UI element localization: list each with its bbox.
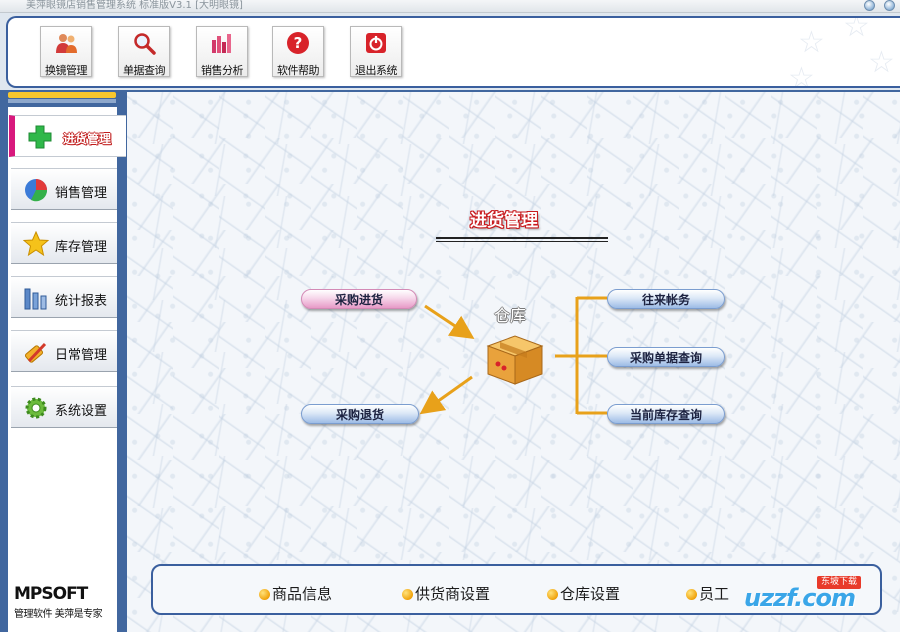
purchase-in-button[interactable]: 采购进货 (301, 289, 417, 309)
star-decoration-icon: ☆ (868, 45, 895, 80)
bullet-icon (259, 589, 270, 600)
software-help-button[interactable]: ? 软件帮助 (272, 26, 324, 77)
help-icon: ? (287, 32, 309, 54)
toolbar-button-label: 软件帮助 (277, 64, 320, 77)
sales-analysis-button[interactable]: 销售分析 (196, 26, 248, 77)
title-divider (436, 237, 608, 239)
title-bar: 美萍眼镜店销售管理系统 标准版V3.1 [大明眼镜] (0, 0, 900, 13)
svg-text:?: ? (294, 34, 303, 52)
sidebar-item-label: 库存管理 (55, 240, 108, 255)
quicklink-label: 商品信息 (272, 585, 333, 603)
sidebar-item-sales[interactable]: 销售管理 (11, 168, 117, 210)
sidebar-item-label: 系统设置 (55, 404, 108, 419)
star-decoration-icon: ☆ (843, 16, 870, 44)
star-decoration-icon: ☆ (788, 61, 815, 88)
main-panel: 进货管理 采购进货 采购退货 往来帐务 采购单据查询 当前库存查询 仓库 商品信… (127, 90, 900, 632)
sidebar-item-label: 日常管理 (55, 348, 108, 363)
user-group-icon (56, 34, 77, 53)
site-watermark: 东坡下载 uzzf.com (724, 566, 894, 614)
quicklink-warehouse-settings[interactable]: 仓库设置 (547, 583, 620, 604)
quicklink-label: 仓库设置 (560, 585, 621, 603)
sidebar-item-label: 统计报表 (55, 294, 108, 309)
magnifier-icon (134, 33, 156, 55)
purchase-docs-query-button[interactable]: 采购单据查询 (607, 347, 725, 367)
brand-block: MPSOFT 管理软件 美萍是专家 (14, 584, 114, 620)
brand-logo: MPSOFT (14, 584, 88, 604)
warehouse-label: 仓库 (494, 306, 527, 325)
quicklink-product-info[interactable]: 商品信息 (259, 583, 332, 604)
bullet-icon (402, 589, 413, 600)
sidebar-item-inventory[interactable]: 库存管理 (11, 222, 117, 264)
close-icon[interactable] (884, 0, 895, 11)
sidebar-item-daily[interactable]: 日常管理 (11, 330, 117, 372)
quicklink-supplier-settings[interactable]: 供货商设置 (402, 583, 490, 604)
quicklink-staff[interactable]: 员工 (686, 583, 729, 604)
sidebar-accent-strip (8, 99, 116, 103)
window-title: 美萍眼镜店销售管理系统 标准版V3.1 [大明眼镜] (26, 0, 243, 11)
sidebar-item-label: 销售管理 (55, 186, 108, 201)
sidebar-item-settings[interactable]: 系统设置 (11, 386, 117, 428)
pie-icon (25, 179, 48, 202)
quicklink-label: 供货商设置 (415, 585, 491, 603)
warehouse-box-icon[interactable] (484, 328, 546, 386)
power-icon (366, 33, 386, 53)
toolbar-button-label: 单据查询 (123, 64, 166, 77)
bullet-icon (686, 589, 697, 600)
title-divider (436, 241, 608, 242)
sidebar-accent-strip (8, 92, 116, 98)
toolbar-button-label: 销售分析 (201, 64, 244, 77)
stock-query-button[interactable]: 当前库存查询 (607, 404, 725, 424)
tools-icon (24, 342, 47, 363)
plus-icon (28, 125, 52, 149)
bars-icon (24, 288, 47, 310)
sidebar-item-purchase[interactable]: 进货管理 (9, 115, 126, 157)
minimize-icon[interactable] (864, 0, 875, 11)
arrow-connector (424, 304, 475, 339)
star-decoration-icon: ☆ (798, 25, 825, 60)
arrow-connector (419, 375, 473, 415)
bullet-icon (547, 589, 558, 600)
exchange-management-button[interactable]: 换镜管理 (40, 26, 92, 77)
page-title: 进货管理 (470, 211, 538, 231)
toolbar-button-label: 换镜管理 (45, 64, 88, 77)
toolbar: ☆ ☆ ☆ ☆ 换镜管理 单据查询 销售分析 ? 软件帮助 退出系统 (6, 16, 900, 88)
document-query-button[interactable]: 单据查询 (118, 26, 170, 77)
sidebar-item-label: 进货管理 (63, 132, 112, 146)
gear-icon (25, 397, 47, 419)
sidebar-item-reports[interactable]: 统计报表 (11, 276, 117, 318)
sidebar: 进货管理 销售管理 库存管理 统计报表 日常管理 系统设置 (0, 90, 127, 632)
brand-slogan: 管理软件 美萍是专家 (14, 609, 103, 620)
bar-chart-icon (212, 34, 231, 53)
purchase-return-button[interactable]: 采购退货 (301, 404, 419, 424)
accounts-button[interactable]: 往来帐务 (607, 289, 725, 309)
star-icon (23, 231, 49, 257)
exit-system-button[interactable]: 退出系统 (350, 26, 402, 77)
watermark-text: uzzf.com (744, 584, 856, 612)
toolbar-button-label: 退出系统 (355, 64, 398, 77)
